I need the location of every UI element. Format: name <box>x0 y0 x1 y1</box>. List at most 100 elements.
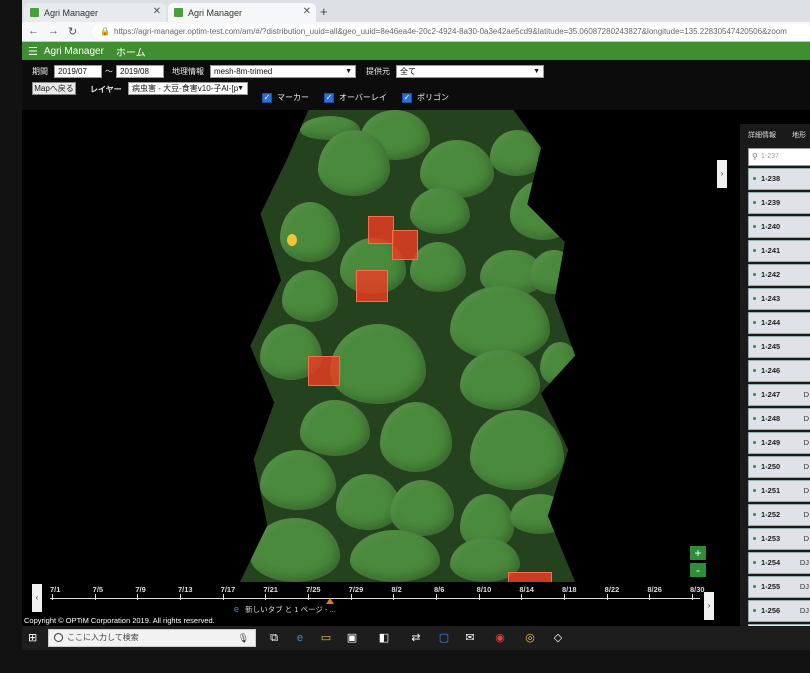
taskbar-search-input[interactable]: ここに入力して検索 🎙 <box>48 629 256 647</box>
list-item[interactable]: 1-253 D <box>748 528 810 550</box>
list-item-label: 1-246 <box>761 366 781 375</box>
timeline-tick-label[interactable]: 8/6 <box>434 585 444 594</box>
provider-label: 提供元 <box>366 67 390 76</box>
list-item[interactable]: 1-238 <box>748 168 810 190</box>
list-item[interactable]: 1-252 D <box>748 504 810 526</box>
map-canvas[interactable]: › + - <box>22 110 727 584</box>
reload-icon[interactable]: ↻ <box>68 25 77 38</box>
app-icon[interactable]: ◇ <box>550 630 566 646</box>
browser-tab-2[interactable]: Agri Manager ✕ <box>168 3 316 22</box>
layer-select[interactable]: 病虫害 - 大豆-食害v10-子AI-[p ▼ <box>128 82 248 95</box>
list-item-suffix: D <box>803 390 809 399</box>
timeline-tick-mark <box>137 594 139 600</box>
timeline-tick-label[interactable]: 8/22 <box>605 585 620 594</box>
geo-select[interactable]: mesh-8m-trimed ▼ <box>210 65 356 78</box>
list-item[interactable]: 1-239 <box>748 192 810 214</box>
period-label: 期間 <box>32 67 48 76</box>
list-item[interactable]: 1-245 <box>748 336 810 358</box>
zoom-out-button[interactable]: - <box>690 563 706 577</box>
list-item[interactable]: 1-256 DJ <box>748 600 810 622</box>
timeline-tick-label[interactable]: 7/17 <box>221 585 236 594</box>
microphone-icon[interactable]: 🎙 <box>238 630 249 646</box>
timeline-tick-label[interactable]: 7/21 <box>263 585 278 594</box>
browser-tab-1[interactable]: Agri Manager ✕ <box>24 3 166 22</box>
windows-taskbar: ⊞ ここに入力して検索 🎙 ⧉ e ▭ ▣ ◧ ⇄ ▢ ✉ ◉ ◎ ◇ <box>22 626 810 650</box>
polygon-checkbox[interactable]: ✓ ポリゴン <box>402 92 449 103</box>
timeline-tick-label[interactable]: 7/1 <box>50 585 60 594</box>
app-icon[interactable]: ▢ <box>436 630 452 646</box>
tab-details[interactable]: 詳細情報 <box>748 130 776 140</box>
timeline-tick-label[interactable]: 7/9 <box>135 585 145 594</box>
zoom-in-button[interactable]: + <box>690 546 706 560</box>
list-item[interactable]: 1-241 <box>748 240 810 262</box>
timeline-tick-label[interactable]: 7/25 <box>306 585 321 594</box>
panel-search-input[interactable]: ⚲ 1-237 <box>748 148 810 166</box>
timeline-tick-label[interactable]: 8/26 <box>647 585 662 594</box>
list-item[interactable]: 1-242 <box>748 264 810 286</box>
provider-select[interactable]: 全て ▼ <box>396 65 544 78</box>
list-item[interactable]: 1-254 DJ <box>748 552 810 574</box>
app-icon[interactable]: ◉ <box>492 630 508 646</box>
chevron-down-icon: ▼ <box>345 68 352 75</box>
forward-arrow-icon[interactable]: → <box>48 25 59 37</box>
list-item[interactable]: 1-240 <box>748 216 810 238</box>
tab-terrain[interactable]: 地形 <box>792 130 806 140</box>
list-item-label: 1-245 <box>761 342 781 351</box>
timeline-tick-label[interactable]: 8/14 <box>519 585 534 594</box>
damage-marker[interactable] <box>392 230 418 260</box>
panel-expand-button[interactable]: › <box>717 160 727 188</box>
close-icon[interactable]: ✕ <box>303 6 311 17</box>
timeline-tick-mark <box>265 594 267 600</box>
date-to-input[interactable]: 2019/08 <box>116 65 164 78</box>
location-pin-icon[interactable] <box>287 234 297 246</box>
damage-marker[interactable] <box>308 356 340 386</box>
list-item[interactable]: 1-248 D <box>748 408 810 430</box>
url-field[interactable]: 🔒 https://agri-manager.optim-test.com/am… <box>92 24 810 40</box>
list-item[interactable]: 1-251 D <box>748 480 810 502</box>
timeline-axis[interactable] <box>50 598 700 599</box>
timeline-tick-label[interactable]: 8/30 <box>690 585 705 594</box>
timeline-tick-label[interactable]: 7/13 <box>178 585 193 594</box>
list-item[interactable]: 1-255 DJ <box>748 576 810 598</box>
windows-logo-icon[interactable]: ⊞ <box>28 632 40 644</box>
mail-icon[interactable]: ✉ <box>462 630 478 646</box>
marker-checkbox[interactable]: ✓ マーカー <box>262 92 309 103</box>
timeline: ‹ e 新しいタブ と 1 ページ - ... › 7/1 7/5 7/9 7/13 7… <box>22 582 722 620</box>
close-icon[interactable]: ✕ <box>153 6 161 17</box>
new-tab-icon[interactable]: + <box>320 4 328 19</box>
list-item[interactable]: 1-247 D <box>748 384 810 406</box>
chrome-icon[interactable]: ◎ <box>522 630 538 646</box>
list-item[interactable]: 1-244 <box>748 312 810 334</box>
layer-select-value: 病虫害 - 大豆-食害v10-子AI-[p <box>132 84 239 93</box>
date-from-input[interactable]: 2019/07 <box>54 65 102 78</box>
hamburger-menu-icon[interactable]: ☰ <box>28 45 38 58</box>
damage-marker[interactable] <box>356 270 388 302</box>
app-icon[interactable]: ◧ <box>376 630 392 646</box>
timeline-tick-mark <box>436 594 437 600</box>
list-item-label: 1-253 <box>761 534 781 543</box>
list-item-suffix: D <box>803 486 809 495</box>
map-back-button[interactable]: Mapへ戻る <box>32 82 76 95</box>
damage-marker[interactable] <box>368 216 394 244</box>
timeline-prev-button[interactable]: ‹ <box>32 584 42 612</box>
timeline-tick-label[interactable]: 7/29 <box>349 585 364 594</box>
home-link[interactable]: ホーム <box>116 44 146 59</box>
app-icon[interactable]: ⇄ <box>408 630 424 646</box>
overlay-checkbox[interactable]: ✓ オーバーレイ <box>324 92 387 103</box>
store-icon[interactable]: ▣ <box>344 630 360 646</box>
new-tab-hint[interactable]: e 新しいタブ と 1 ページ - ... <box>234 604 336 615</box>
timeline-tick-label[interactable]: 8/10 <box>477 585 492 594</box>
timeline-tick-label[interactable]: 7/5 <box>93 585 103 594</box>
list-item-label: 1-239 <box>761 198 781 207</box>
file-explorer-icon[interactable]: ▭ <box>318 630 334 646</box>
back-arrow-icon[interactable]: ← <box>28 25 39 37</box>
task-view-icon[interactable]: ⧉ <box>266 630 282 646</box>
list-item[interactable]: 1-249 D <box>748 432 810 454</box>
timeline-tick-label[interactable]: 8/2 <box>391 585 401 594</box>
list-item-label: 1-238 <box>761 174 781 183</box>
list-item[interactable]: 1-250 D <box>748 456 810 478</box>
timeline-tick-label[interactable]: 8/18 <box>562 585 577 594</box>
list-item[interactable]: 1-246 <box>748 360 810 382</box>
list-item[interactable]: 1-243 <box>748 288 810 310</box>
edge-icon[interactable]: e <box>292 630 308 646</box>
